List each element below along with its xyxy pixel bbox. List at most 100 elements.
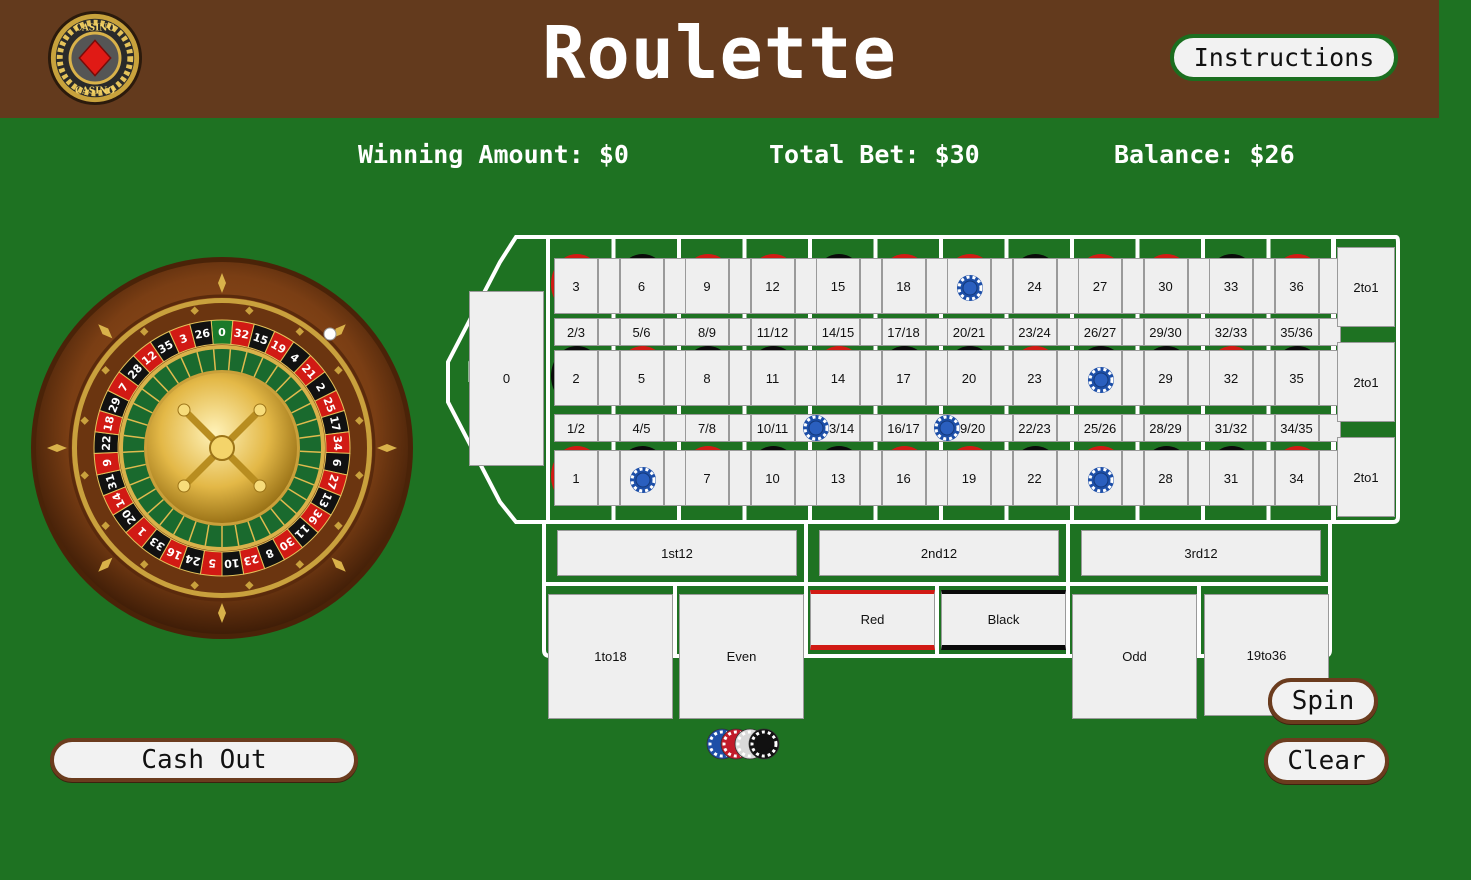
bet-number-33[interactable]: 33	[1209, 258, 1253, 314]
corner-bet[interactable]	[729, 318, 751, 346]
split-bet-31-32[interactable]: 31/32	[1209, 414, 1253, 442]
split-bet-16-17[interactable]: 16/17	[881, 414, 926, 442]
split-bet-14-15[interactable]: 14/15	[816, 318, 860, 346]
split-bet-4-5[interactable]: 4/5	[619, 414, 664, 442]
corner-bet[interactable]	[925, 318, 948, 346]
bet-number-3[interactable]: 3	[554, 258, 598, 314]
split-vertical[interactable]	[860, 350, 882, 406]
split-vertical[interactable]	[860, 450, 882, 506]
bet-number-23[interactable]: 23	[1012, 350, 1057, 406]
bet-number-19[interactable]: 19	[947, 450, 991, 506]
bet-number-13[interactable]: 13	[816, 450, 860, 506]
split-vertical[interactable]	[598, 350, 620, 406]
split-vertical[interactable]	[1122, 450, 1144, 506]
bet-number-24[interactable]: 24	[1012, 258, 1057, 314]
split-bet-10-11[interactable]: 10/11	[750, 414, 795, 442]
split-bet-8-9[interactable]: 8/9	[685, 318, 729, 346]
spin-button[interactable]: Spin	[1268, 678, 1378, 724]
dozen-bet[interactable]: 1st12	[557, 530, 797, 576]
outside-bet-red[interactable]: Red	[810, 590, 935, 650]
clear-button[interactable]: Clear	[1264, 738, 1389, 784]
bet-number-30[interactable]: 30	[1143, 258, 1188, 314]
instructions-button[interactable]: Instructions	[1170, 34, 1398, 81]
split-bet-20-21[interactable]: 20/21	[947, 318, 991, 346]
split-bet-28-29[interactable]: 28/29	[1143, 414, 1188, 442]
corner-bet[interactable]	[1056, 414, 1079, 442]
corner-bet[interactable]	[663, 414, 686, 442]
split-vertical[interactable]	[729, 450, 751, 506]
bet-number-7[interactable]: 7	[685, 450, 729, 506]
bet-number-12[interactable]: 12	[750, 258, 795, 314]
split-vertical[interactable]	[860, 258, 882, 314]
split-bet-25-26[interactable]: 25/26	[1078, 414, 1122, 442]
bet-number-22[interactable]: 22	[1012, 450, 1057, 506]
split-vertical[interactable]	[794, 450, 817, 506]
split-bet-29-30[interactable]: 29/30	[1143, 318, 1188, 346]
split-bet-1-2[interactable]: 1/2	[554, 414, 598, 442]
bet-number-14[interactable]: 14	[816, 350, 860, 406]
corner-bet[interactable]	[794, 318, 817, 346]
bet-number-36[interactable]: 36	[1274, 258, 1319, 314]
corner-bet[interactable]	[1187, 414, 1210, 442]
outside-bet-even[interactable]: Even	[679, 594, 804, 719]
split-vertical[interactable]	[663, 350, 686, 406]
dozen-bet[interactable]: 3rd12	[1081, 530, 1321, 576]
split-vertical[interactable]	[663, 258, 686, 314]
dozen-bet[interactable]: 2nd12	[819, 530, 1059, 576]
split-vertical[interactable]	[729, 258, 751, 314]
split-vertical[interactable]	[991, 350, 1013, 406]
bet-number-8[interactable]: 8	[685, 350, 729, 406]
corner-bet[interactable]	[1253, 318, 1275, 346]
bet-number-16[interactable]: 16	[881, 450, 926, 506]
outside-bet-odd[interactable]: Odd	[1072, 594, 1197, 719]
chip-selector[interactable]	[706, 725, 786, 763]
split-vertical[interactable]	[991, 258, 1013, 314]
bet-number-20[interactable]: 20	[947, 350, 991, 406]
bet-number-17[interactable]: 17	[881, 350, 926, 406]
corner-bet[interactable]	[860, 414, 882, 442]
split-vertical[interactable]	[794, 350, 817, 406]
outside-bet-black[interactable]: Black	[941, 590, 1066, 650]
split-vertical[interactable]	[729, 350, 751, 406]
bet-zero[interactable]: 0	[469, 291, 544, 466]
split-vertical[interactable]	[1056, 350, 1079, 406]
outside-bet-1to18[interactable]: 1to18	[548, 594, 673, 719]
bet-number-28[interactable]: 28	[1143, 450, 1188, 506]
split-vertical[interactable]	[1187, 350, 1210, 406]
split-vertical[interactable]	[1253, 450, 1275, 506]
placed-chip[interactable]	[629, 466, 657, 494]
bet-number-34[interactable]: 34	[1274, 450, 1319, 506]
corner-bet[interactable]	[1122, 318, 1144, 346]
cash-out-button[interactable]: Cash Out	[50, 738, 358, 782]
corner-bet[interactable]	[1056, 318, 1079, 346]
split-bet-23-24[interactable]: 23/24	[1012, 318, 1057, 346]
placed-chip[interactable]	[1087, 466, 1115, 494]
bet-number-11[interactable]: 11	[750, 350, 795, 406]
split-vertical[interactable]	[1187, 258, 1210, 314]
placed-chip[interactable]	[1087, 366, 1115, 394]
split-vertical[interactable]	[925, 450, 948, 506]
bet-number-35[interactable]: 35	[1274, 350, 1319, 406]
split-vertical[interactable]	[925, 258, 948, 314]
bet-number-31[interactable]: 31	[1209, 450, 1253, 506]
bet-number-9[interactable]: 9	[685, 258, 729, 314]
corner-bet[interactable]	[991, 414, 1013, 442]
corner-bet[interactable]	[729, 414, 751, 442]
bet-number-27[interactable]: 27	[1078, 258, 1122, 314]
split-bet-22-23[interactable]: 22/23	[1012, 414, 1057, 442]
corner-bet[interactable]	[598, 318, 620, 346]
split-vertical[interactable]	[1056, 450, 1079, 506]
bet-number-5[interactable]: 5	[619, 350, 664, 406]
split-vertical[interactable]	[925, 350, 948, 406]
corner-bet[interactable]	[991, 318, 1013, 346]
placed-chip[interactable]	[802, 414, 830, 442]
bet-number-29[interactable]: 29	[1143, 350, 1188, 406]
bet-number-32[interactable]: 32	[1209, 350, 1253, 406]
bet-number-18[interactable]: 18	[881, 258, 926, 314]
corner-bet[interactable]	[598, 414, 620, 442]
split-bet-32-33[interactable]: 32/33	[1209, 318, 1253, 346]
corner-bet[interactable]	[1187, 318, 1210, 346]
column-bet[interactable]: 2to1	[1337, 437, 1395, 517]
bet-number-15[interactable]: 15	[816, 258, 860, 314]
split-vertical[interactable]	[1056, 258, 1079, 314]
